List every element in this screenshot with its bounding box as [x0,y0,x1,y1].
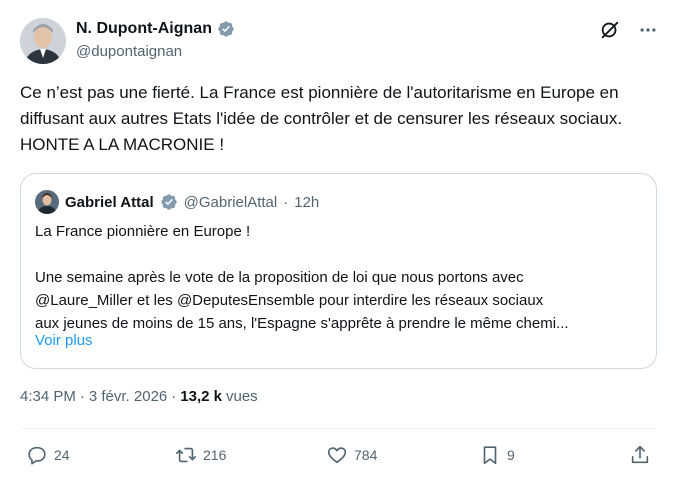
tweet-meta: 4:34 PM · 3 févr. 2026 · 13,2 k vues [20,388,258,405]
share-icon [631,445,649,464]
reply-count: 24 [54,447,70,463]
quoted-tweet[interactable]: Gabriel Attal @GabrielAttal · 12h La Fra… [20,173,657,369]
author-avatar[interactable] [20,18,66,64]
views-count: 13,2 k [180,388,222,405]
quoted-author-handle: @GabrielAttal [183,193,278,211]
meta-separator: · [171,388,177,405]
meta-separator: · [283,193,289,211]
divider [20,428,656,429]
action-bar: 24 216 784 9 [20,444,656,472]
quoted-tweet-text: La France pionnière en Europe ! Une sema… [35,220,645,335]
verified-badge-icon [160,193,178,211]
grok-icon[interactable] [598,18,622,42]
share-button[interactable] [629,444,651,466]
quoted-author-name: Gabriel Attal [65,193,154,211]
tweet-date[interactable]: 3 févr. 2026 [89,388,167,405]
repost-count: 216 [203,447,227,463]
heart-icon [327,447,347,464]
like-button[interactable]: 784 [326,444,377,466]
verified-badge-icon [217,20,235,38]
reply-icon [28,446,46,465]
tweet-header: N. Dupont-Aignan @dupontaignan [20,16,660,66]
reply-button[interactable]: 24 [26,444,70,466]
bookmark-button[interactable]: 9 [479,444,515,466]
tweet-text: Ce n’est pas une fierté. La France est p… [20,83,623,154]
like-count: 784 [354,447,378,463]
more-options-icon[interactable] [636,18,660,42]
views-label: vues [226,388,258,405]
quoted-line: La France pionnière en Europe ! [35,223,251,240]
quoted-author-avatar [35,190,59,214]
bookmark-icon [483,446,497,465]
show-more-link[interactable]: Voir plus [35,332,93,349]
bookmark-count: 9 [507,447,515,463]
quoted-line: Une semaine après le vote de la proposit… [35,269,524,286]
author-name[interactable]: N. Dupont-Aignan [76,20,212,38]
quoted-line: @Laure_Miller et les @DeputesEnsemble po… [35,292,544,309]
tweet-time[interactable]: 4:34 PM [20,388,76,405]
quoted-tweet-time: 12h [294,193,320,211]
repost-button[interactable]: 216 [175,444,226,466]
repost-icon [176,447,196,463]
quoted-line: aux jeunes de moins de 15 ans, l'Espagne… [35,315,569,332]
author-handle[interactable]: @dupontaignan [76,43,235,60]
meta-separator: · [79,388,85,405]
